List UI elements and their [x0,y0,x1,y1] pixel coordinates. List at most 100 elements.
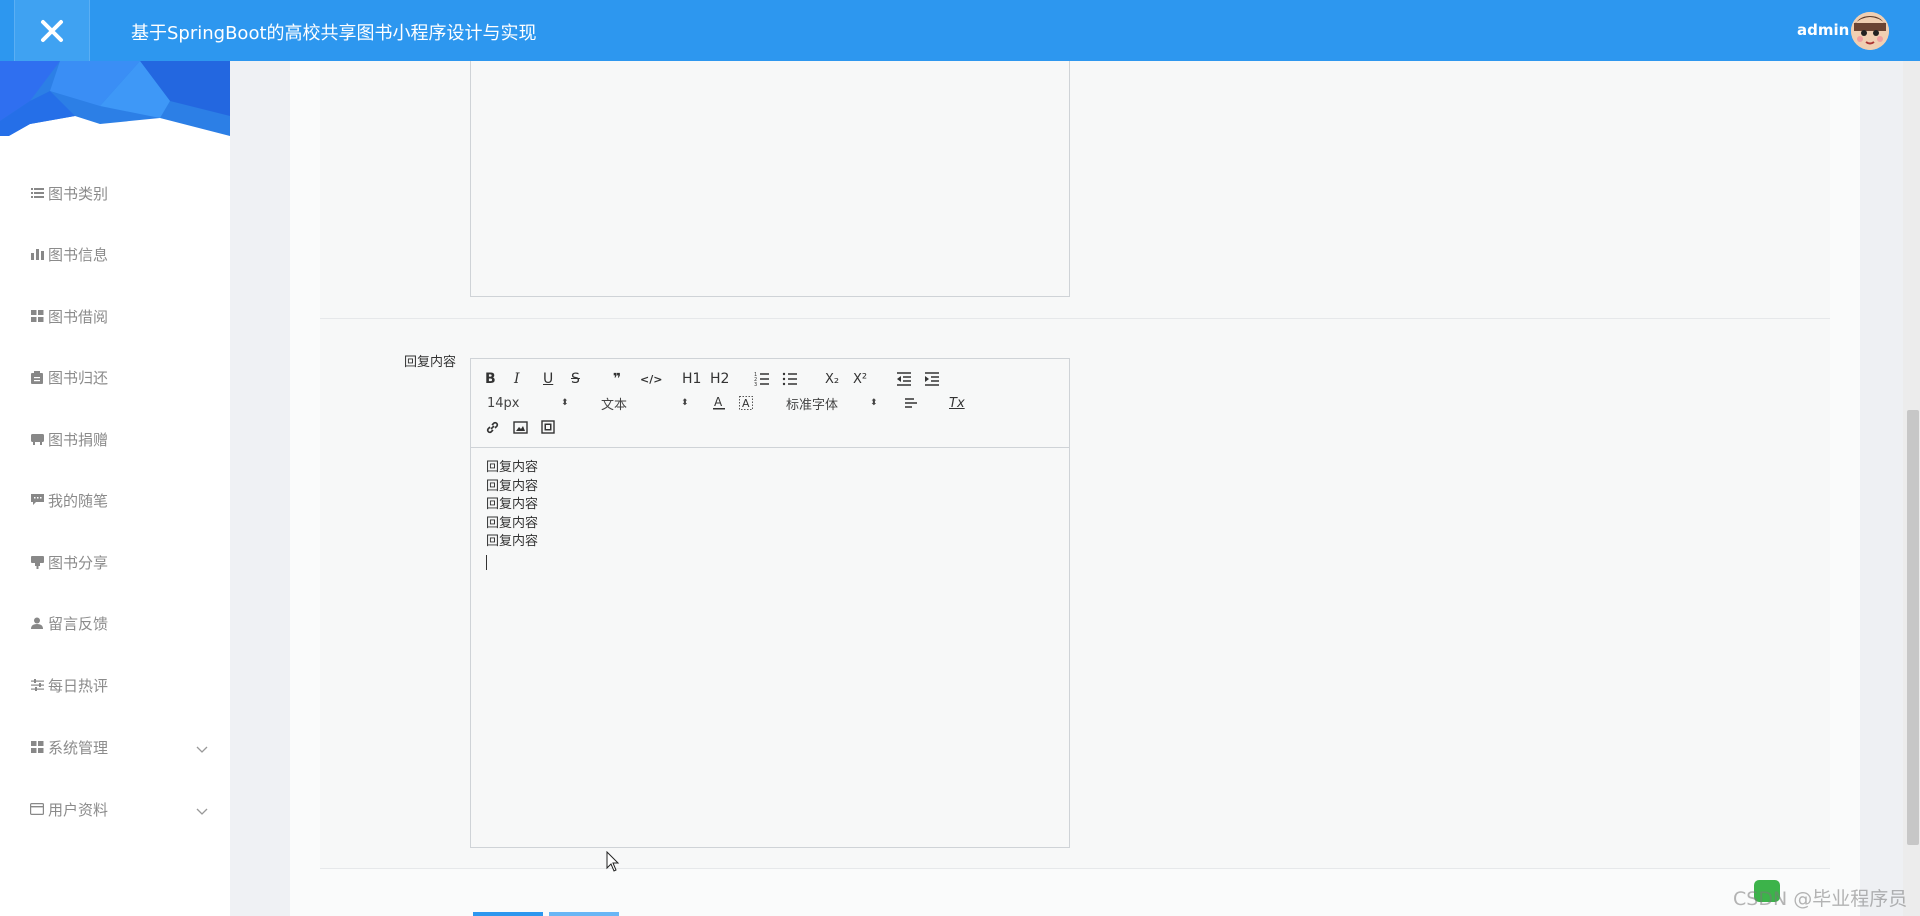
inbox-icon [30,432,44,446]
bold-button[interactable]: B [485,369,496,389]
block-format-value: 文本 [601,397,628,413]
chevron-down-icon [196,740,208,758]
background-color-icon: A [739,396,753,410]
content-line: 回复内容 [486,497,539,512]
mouse-cursor-icon [606,850,620,877]
username[interactable]: admin [1797,21,1849,39]
font-size-select[interactable]: 14px ⬍ [487,393,577,413]
sidebar-banner [0,61,230,136]
text-color-icon: A [713,395,725,410]
align-left-icon [905,398,917,408]
superscript-button[interactable]: X² [853,369,867,389]
font-family-value: 标准字体 [786,397,839,413]
sidebar-item[interactable]: 系统管理 [0,727,230,767]
grid-icon [30,309,44,323]
select-arrows-icon: ⬍ [870,398,878,408]
select-arrows-icon: ⬍ [561,398,569,408]
code-block-button[interactable]: </> [640,369,662,389]
list-icon [30,186,44,200]
submit-button[interactable] [473,912,543,916]
sidebar-item-label: 留言反馈 [48,614,109,633]
sidebar-item[interactable]: 留言反馈 [0,603,230,643]
ordered-list-button[interactable]: 123 [754,369,770,389]
heading2-button[interactable]: H2 [710,369,729,389]
reply-content-label: 回复内容 [404,355,457,370]
background-color-button[interactable]: A [739,393,753,413]
indent-button[interactable] [924,369,940,389]
content-line: 回复内容 [486,534,539,549]
cancel-button[interactable] [549,912,619,916]
outdent-button[interactable] [896,369,912,389]
content-line: 回复内容 [486,515,539,531]
upper-editor-body[interactable] [470,61,1070,297]
comment-icon [30,493,44,507]
sidebar-item[interactable]: 图书捐赠 [0,419,230,459]
strike-button[interactable]: S [571,369,580,389]
sidebar-item-label: 图书分享 [48,553,109,572]
sidebar-item[interactable]: 图书归还 [0,357,230,397]
editor-toolbar: B I U S ❞ </> H1 H2 123 X₂ X² 14px ⬍ 文本 … [471,359,1069,448]
font-size-value: 14px [487,395,520,411]
sidebar-item-label: 我的随笔 [48,491,109,510]
sidebar-item-label: 用户资料 [48,800,109,819]
blockquote-button[interactable]: ❞ [613,369,621,389]
content-line: 回复内容 [486,460,539,475]
bullet-list-button[interactable] [782,369,798,389]
heading1-button[interactable]: H1 [682,369,701,389]
sidebar-item-label: 每日热评 [48,676,109,695]
sidebar-item-label: 图书捐赠 [48,430,109,449]
sidebar-item-label: 图书信息 [48,245,109,264]
page-scrollbar-thumb[interactable] [1907,410,1919,845]
subscript-button[interactable]: X₂ [825,369,839,389]
image-icon [513,420,528,434]
sidebar-item[interactable]: 每日热评 [0,665,230,705]
row-divider [320,868,1830,869]
card-icon [30,802,44,816]
sidebar-item-label: 系统管理 [48,738,109,757]
grid-icon [30,740,44,754]
italic-button[interactable]: I [514,369,520,389]
avatar[interactable] [1851,12,1889,50]
underline-button[interactable]: U [543,369,553,389]
chevron-down-icon [196,802,208,820]
bullet-list-icon [782,372,797,386]
sidebar-item[interactable]: 图书类别 [0,173,230,213]
indent-icon [925,372,939,386]
editor-content[interactable]: 回复内容 回复内容 回复内容 回复内容 回复内容 [486,459,538,570]
sidebar-item[interactable]: 我的随笔 [0,480,230,520]
sidebar-item[interactable]: 图书借阅 [0,296,230,336]
user-icon [30,616,44,630]
csdn-watermark: CSDN @毕业程序员 [1733,888,1908,910]
sidebar-item-label: 图书归还 [48,368,109,387]
clipboard-icon [30,370,44,384]
bar-chart-icon [30,247,44,261]
share-icon [30,555,44,569]
block-format-select[interactable]: 文本 ⬍ [601,393,691,413]
select-arrows-icon: ⬍ [681,398,689,408]
reply-rich-editor: B I U S ❞ </> H1 H2 123 X₂ X² 14px ⬍ 文本 … [470,358,1070,848]
sidebar-item-label: 图书借阅 [48,307,109,326]
text-caret [486,554,487,570]
sidebar-item[interactable]: 图书信息 [0,234,230,274]
text-color-button[interactable]: A [712,393,726,413]
svg-text:A: A [714,395,723,409]
link-icon [486,421,499,433]
insert-image-button[interactable] [513,417,528,437]
close-sidebar-button[interactable] [14,0,90,61]
video-icon [541,420,555,434]
svg-text:3: 3 [754,382,757,386]
clear-format-button[interactable]: Tx [949,393,965,413]
sidebar-item[interactable]: 用户资料 [0,789,230,829]
insert-link-button[interactable] [485,417,500,437]
top-header: 基于SpringBoot的高校共享图书小程序设计与实现 admin [0,0,1920,61]
content-line: 回复内容 [486,478,539,494]
svg-text:A: A [742,397,750,410]
align-button[interactable] [904,393,918,413]
sidebar-item[interactable]: 图书分享 [0,542,230,582]
font-family-select[interactable]: 标准字体 ⬍ [786,393,881,413]
insert-video-button[interactable] [541,417,555,437]
sidebar-item-label: 图书类别 [48,184,109,203]
outdent-icon [897,372,911,386]
sliders-icon [30,678,44,692]
app-title: 基于SpringBoot的高校共享图书小程序设计与实现 [131,23,537,44]
